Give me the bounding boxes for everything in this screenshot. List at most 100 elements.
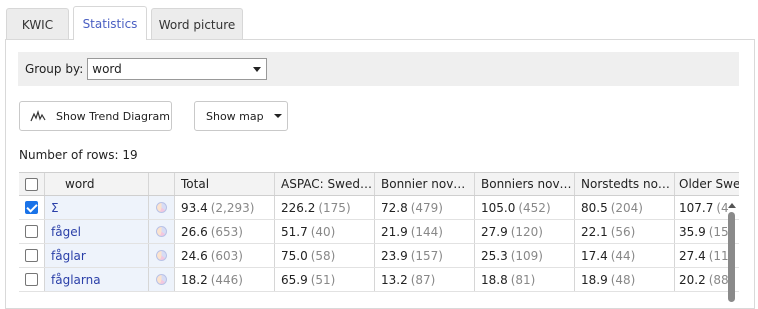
pie-cell (149, 196, 175, 219)
count: (452) (518, 200, 551, 215)
column-header-older[interactable]: Older Swed (675, 173, 739, 195)
row-checkbox[interactable] (25, 201, 38, 214)
row-checkbox[interactable] (25, 249, 38, 262)
column-header-aspac[interactable]: ASPAC: Swed… (275, 173, 375, 195)
pie-chart-icon[interactable] (156, 226, 167, 237)
value: 72.8 (381, 200, 408, 215)
bonnier-cell: 23.9 (157) (375, 244, 475, 267)
word-cell[interactable]: fågel (45, 220, 149, 243)
value: 105.0 (481, 200, 516, 215)
count: (81) (510, 272, 536, 287)
pie-cell (149, 220, 175, 243)
count: (40) (310, 224, 336, 239)
bonnier-cell: 72.8 (479) (375, 196, 475, 219)
tab-statistics[interactable]: Statistics (73, 6, 147, 40)
column-header-total[interactable]: Total (175, 173, 275, 195)
count: (51) (310, 272, 336, 287)
chevron-down-icon (253, 67, 262, 72)
count: (120) (510, 224, 543, 239)
aspac-cell: 65.9 (51) (275, 268, 375, 291)
value: 21.9 (381, 224, 408, 239)
value: 20.2 (679, 272, 706, 287)
value: 18.2 (181, 272, 208, 287)
row-checkbox[interactable] (25, 225, 38, 238)
value: 226.2 (281, 200, 316, 215)
row-count: Number of rows: 19 (19, 148, 138, 162)
norstedts-cell: 18.9 (48) (575, 268, 675, 291)
table-row[interactable]: fåglar 24.6 (603) 75.0 (58) 23.9 (157) 25.3… (19, 244, 739, 268)
chevron-down-icon (273, 114, 282, 118)
value: 17.4 (581, 248, 608, 263)
scroll-up-icon[interactable] (727, 203, 736, 208)
column-header-word[interactable]: word (45, 173, 149, 195)
bonnier-cell: 21.9 (144) (375, 220, 475, 243)
bonnier-cell: 13.2 (87) (375, 268, 475, 291)
value: 80.5 (581, 200, 608, 215)
select-all-checkbox[interactable] (25, 177, 38, 191)
value: 35.9 (679, 224, 706, 239)
count: (58) (310, 248, 336, 263)
norstedts-cell: 17.4 (44) (575, 244, 675, 267)
total-cell: 18.2 (446) (175, 268, 275, 291)
count: (87) (410, 272, 436, 287)
tab-word-picture[interactable]: Word picture (151, 8, 243, 40)
table-row[interactable]: fåglarna 18.2 (446) 65.9 (51) 13.2 (87) 18.… (19, 268, 739, 292)
word-cell[interactable]: fåglarna (45, 268, 149, 291)
total-cell: 93.4 (2,293) (175, 196, 275, 219)
group-by-select[interactable]: word (87, 58, 268, 80)
value: 25.3 (481, 248, 508, 263)
bonniers-cell: 25.3 (109) (475, 244, 575, 267)
value: 22.1 (581, 224, 608, 239)
word-cell[interactable]: Σ (45, 196, 149, 219)
group-by-value: word (92, 62, 122, 76)
value: 23.9 (381, 248, 408, 263)
group-by-label: Group by: (25, 62, 84, 76)
count: (144) (410, 224, 443, 239)
aspac-cell: 51.7 (40) (275, 220, 375, 243)
norstedts-cell: 22.1 (56) (575, 220, 675, 243)
group-by-bar: Group by: word (18, 52, 739, 86)
column-header-pie (149, 173, 175, 195)
value: 18.8 (481, 272, 508, 287)
count: (446) (210, 272, 243, 287)
row-select-cell (19, 220, 45, 243)
table-row[interactable]: Σ 93.4 (2,293) 226.2 (175) 72.8 (479) 105.0… (19, 196, 739, 220)
value: 27.4 (679, 248, 706, 263)
show-trend-diagram-button[interactable]: Show Trend Diagram (19, 101, 172, 131)
table-row[interactable]: fågel 26.6 (653) 51.7 (40) 21.9 (144) 27.9(… (19, 220, 739, 244)
select-all-cell (19, 173, 45, 195)
column-header-bonniers[interactable]: Bonniers nov… (475, 173, 575, 195)
pie-cell (149, 268, 175, 291)
pie-chart-icon[interactable] (156, 250, 167, 261)
count: (479) (410, 200, 443, 215)
table-scrollbar[interactable] (727, 200, 736, 302)
value: 51.7 (281, 224, 308, 239)
row-checkbox[interactable] (25, 273, 38, 286)
column-header-bonnier[interactable]: Bonnier nov… (375, 173, 475, 195)
total-cell: 24.6 (603) (175, 244, 275, 267)
value: 24.6 (181, 248, 208, 263)
trend-chart-icon (30, 110, 46, 122)
count: (157) (410, 248, 443, 263)
count: (44) (610, 248, 636, 263)
pie-chart-icon[interactable] (156, 202, 167, 213)
count: (603) (210, 248, 243, 263)
scrollbar-thumb[interactable] (728, 212, 735, 302)
pie-cell (149, 244, 175, 267)
pie-chart-icon[interactable] (156, 274, 167, 285)
show-map-label: Show map (206, 109, 264, 123)
value: 13.2 (381, 272, 408, 287)
row-select-cell (19, 196, 45, 219)
value: 26.6 (181, 224, 208, 239)
word-cell[interactable]: fåglar (45, 244, 149, 267)
tab-bar: KWIC Statistics Word picture (6, 6, 247, 40)
total-cell: 26.6 (653) (175, 220, 275, 243)
column-header-norstedts[interactable]: Norstedts no… (575, 173, 675, 195)
show-map-button[interactable]: Show map (194, 101, 288, 131)
bonniers-cell: 27.9 (120) (475, 220, 575, 243)
value: 18.9 (581, 272, 608, 287)
tab-kwic[interactable]: KWIC (6, 8, 69, 40)
bonniers-cell: 105.0 (452) (475, 196, 575, 219)
count: (15 (708, 224, 729, 239)
value: 75.0 (281, 248, 308, 263)
